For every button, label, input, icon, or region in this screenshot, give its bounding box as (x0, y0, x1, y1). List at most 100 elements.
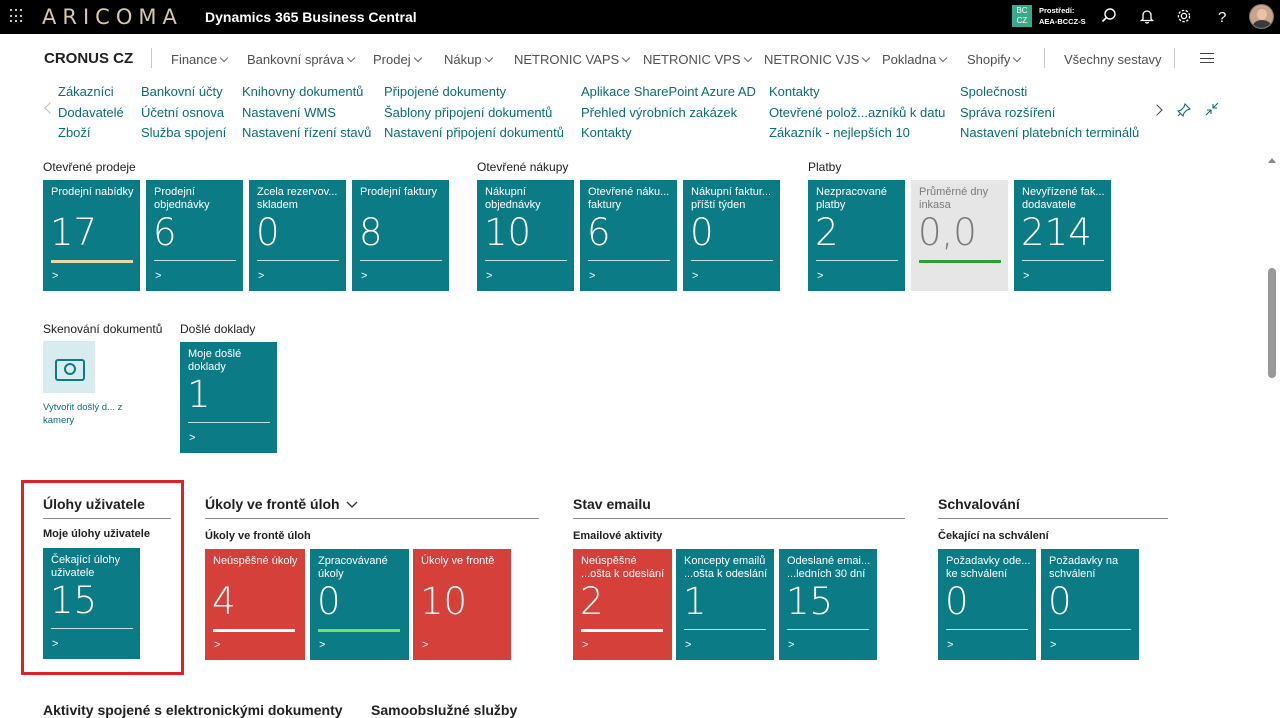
link-chart-of-accounts[interactable]: Účetní osnova (141, 105, 224, 120)
group-title-incoming-documents: Došlé doklady (180, 322, 256, 336)
link-companies[interactable]: Společnosti (960, 84, 1027, 99)
subgroup-pending-approval: Čekající na schválení (938, 530, 1049, 542)
scroll-left-icon[interactable] (44, 102, 56, 114)
part-header-self-service[interactable]: Samoobslužné služby (371, 702, 517, 718)
tile-sent-emails-30-days[interactable]: Odeslané emai... ...ledních 30 dní 15 > (779, 549, 877, 660)
tile-my-incoming-documents[interactable]: Moje došlé doklady 1 > (180, 342, 277, 453)
link-production-overview[interactable]: Přehled výrobních zakázek (581, 105, 737, 120)
tile-title: Nákupní objednávky (485, 186, 541, 211)
menu-sales[interactable]: Prodej (373, 52, 422, 67)
menu-cash[interactable]: Pokladna (882, 52, 948, 67)
tile-title: Průměrné dny inkasa (919, 186, 989, 211)
menu-finance[interactable]: Finance (171, 52, 229, 67)
link-payment-terminals[interactable]: Nastavení platebních terminálů (960, 125, 1139, 140)
tile-divider (257, 260, 339, 261)
menu-label: Shopify (967, 52, 1011, 67)
chevron-down-icon (862, 53, 871, 63)
chevron-right-icon: > (486, 270, 493, 282)
tile-purchase-orders[interactable]: Nákupní objednávky 10 > (477, 180, 574, 291)
scroll-right-icon[interactable] (1151, 104, 1163, 116)
subgroup-job-queue: Úkoly ve frontě úloh (205, 530, 311, 542)
link-status-setup[interactable]: Nastavení řízení stavů (242, 125, 371, 140)
tile-fully-reserved[interactable]: Zcela rezervov... skladem 0 > (249, 180, 346, 291)
link-attachment-setup[interactable]: Nastavení připojení dokumentů (384, 125, 564, 140)
tile-sales-invoices[interactable]: Prodejní faktury 8 > (352, 180, 449, 291)
link-top-10-customers[interactable]: Zákazník - nejlepších 10 (769, 125, 910, 140)
env-badge-line1: BC (1016, 6, 1028, 15)
avatar[interactable] (1249, 4, 1274, 29)
tile-outstanding-vendor-invoices[interactable]: Nevyřízené fak... dodavatele 214 > (1014, 180, 1111, 291)
scrollbar-up-arrow[interactable] (1268, 158, 1276, 163)
part-header-divider (43, 518, 171, 519)
link-attachment-templates[interactable]: Šablony připojení dokumentů (384, 105, 552, 120)
all-reports-link[interactable]: Všechny sestavy (1064, 52, 1162, 67)
link-connection-service[interactable]: Služba spojení (141, 125, 226, 140)
collapse-icon[interactable] (1205, 102, 1219, 116)
link-contacts[interactable]: Kontakty (581, 125, 632, 140)
tile-purchase-invoices-next-week[interactable]: Nákupní faktur... příští týden 0 > (683, 180, 780, 291)
hamburger-menu-icon[interactable] (1200, 53, 1214, 63)
link-extension-management[interactable]: Správa rozšíření (960, 105, 1055, 120)
company-name[interactable]: CRONUS CZ (44, 50, 133, 67)
tile-failed-tasks[interactable]: Neúspěšné úkoly 4 > (205, 549, 305, 660)
help-icon[interactable]: ? (1212, 6, 1232, 26)
tile-title: Neúspěšné úkoly (213, 555, 298, 567)
chevron-right-icon: > (685, 639, 692, 651)
link-attached-documents[interactable]: Připojené dokumenty (384, 84, 506, 99)
tile-draft-emails[interactable]: Koncepty emailů ...ošta k odeslání 1 > (676, 549, 774, 660)
tile-queued-tasks[interactable]: Úkoly ve frontě 10 > (413, 549, 511, 660)
menu-shopify[interactable]: Shopify (967, 52, 1022, 67)
product-name: Dynamics 365 Business Central (205, 9, 417, 25)
camera-icon[interactable] (43, 341, 95, 393)
part-header-job-queue[interactable]: Úkoly ve frontě úloh (205, 496, 358, 512)
part-header-approvals[interactable]: Schvalování (938, 496, 1020, 512)
part-header-edocuments[interactable]: Aktivity spojené s elektronickými dokume… (43, 702, 343, 718)
gear-icon[interactable] (1174, 6, 1194, 26)
pin-icon[interactable] (1177, 103, 1191, 117)
link-vendors[interactable]: Dodavatelé (58, 105, 124, 120)
part-header-divider (573, 518, 905, 519)
env-name: AEA-BCCZ-S (1039, 17, 1086, 26)
bell-icon[interactable] (1137, 6, 1157, 26)
menu-purchase[interactable]: Nákup (444, 52, 493, 67)
environment-info[interactable]: Prostředí: AEA-BCCZ-S (1039, 5, 1086, 27)
link-items[interactable]: Zboží (58, 125, 91, 140)
link-customers[interactable]: Zákazníci (58, 84, 114, 99)
part-header-email-status[interactable]: Stav emailu (573, 496, 651, 512)
tile-average-collection-days[interactable]: Průměrné dny inkasa 0,0 (911, 180, 1008, 291)
link-document-libraries[interactable]: Knihovny dokumentů (242, 84, 363, 99)
tile-approval-requests[interactable]: Požadavky na schválení 0 > (1041, 549, 1139, 660)
group-title-payments: Platby (808, 160, 842, 174)
menu-label: NETRONIC VPS (643, 52, 741, 67)
tile-sales-orders[interactable]: Prodejní objednávky 6 > (146, 180, 243, 291)
link-open-customer-entries[interactable]: Otevřené polož...azníků k datu (769, 105, 945, 120)
link-bank-accounts[interactable]: Bankovní účty (141, 84, 223, 99)
tile-open-purchase-invoices[interactable]: Otevřené náku... faktury 6 > (580, 180, 677, 291)
tile-failed-outbox[interactable]: Neúspěšné ...ošta k odeslání 2 > (573, 549, 672, 660)
tile-pending-user-tasks[interactable]: Čekající úlohy uživatele 15 > (43, 548, 140, 659)
tile-processing-tasks[interactable]: Zpracovávané úkoly 0 > (310, 549, 409, 660)
tile-title: Čekající úlohy uživatele (51, 554, 121, 579)
scrollbar-thumb[interactable] (1268, 268, 1276, 378)
tile-unprocessed-payments[interactable]: Nezpracované platby 2 > (808, 180, 905, 291)
tile-value: 4 (212, 580, 236, 623)
tile-requests-to-approve[interactable]: Požadavky ode... ke schválení 0 > (938, 549, 1036, 660)
nav-divider (151, 48, 152, 68)
part-header-user-tasks[interactable]: Úlohy uživatele (43, 496, 145, 512)
link-contacts-2[interactable]: Kontakty (769, 84, 820, 99)
menu-bank[interactable]: Bankovní správa (247, 52, 356, 67)
create-from-camera-link[interactable]: Vytvořit došlý d... z kamery (43, 401, 133, 427)
search-icon[interactable] (1099, 6, 1119, 26)
link-wms-setup[interactable]: Nastavení WMS (242, 105, 336, 120)
menu-netronic-vjs[interactable]: NETRONIC VJS (764, 52, 871, 67)
tile-sales-quotes[interactable]: Prodejní nabídky 17 > (43, 180, 140, 291)
menu-netronic-vaps[interactable]: NETRONIC VAPS (514, 52, 631, 67)
menu-label: Prodej (373, 52, 411, 67)
link-sharepoint-app[interactable]: Aplikace SharePoint Azure AD (581, 84, 756, 99)
waffle-icon[interactable] (10, 9, 24, 23)
menu-netronic-vps[interactable]: NETRONIC VPS (643, 52, 752, 67)
environment-badge[interactable]: BC CZ (1012, 5, 1032, 27)
tile-value: 15 (50, 579, 98, 622)
tile-value: 1 (187, 373, 211, 416)
part-header-divider (205, 518, 539, 519)
